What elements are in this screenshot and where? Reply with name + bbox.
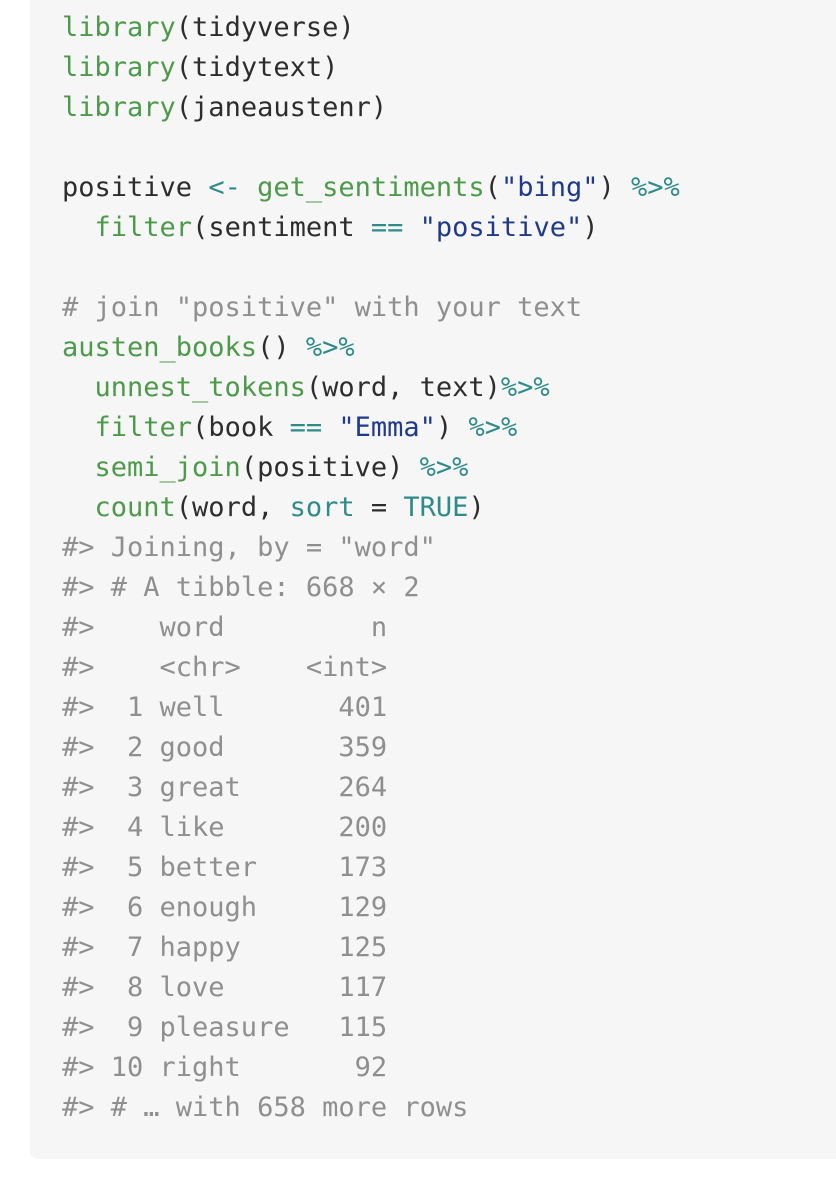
code-line: library(tidytext) xyxy=(62,48,836,88)
code-text: ) xyxy=(598,172,631,203)
output-line: #> 7 happy 125 xyxy=(62,932,388,963)
output-line: #> 9 pleasure 115 xyxy=(62,1012,388,1043)
code-text: (tidytext) xyxy=(175,52,339,83)
function-name: austen_books xyxy=(62,332,258,363)
code-line: unnest_tokens(word, text)%>% xyxy=(62,368,836,408)
argument-name: sort xyxy=(289,492,355,523)
pipe-operator: %>% xyxy=(500,372,550,403)
string-literal: "bing" xyxy=(500,172,599,203)
string-literal: "positive" xyxy=(419,212,583,243)
output-line: #> 8 love 117 xyxy=(62,972,388,1003)
code-text: (tidyverse) xyxy=(175,12,355,43)
code-comment: # join "positive" with your text xyxy=(62,292,583,323)
output-line: #> 2 good 359 xyxy=(62,732,388,763)
code-text: ) xyxy=(468,492,485,523)
output-line: #> # … with 658 more rows xyxy=(62,1092,469,1123)
function-name: count xyxy=(94,492,176,523)
code-text: (sentiment xyxy=(192,212,371,243)
code-block: library(tidyverse) library(tidytext) lib… xyxy=(30,0,836,1159)
function-name: filter xyxy=(94,212,193,243)
output-line: #> word n xyxy=(62,612,388,643)
code-text: = xyxy=(354,492,404,523)
function-name: unnest_tokens xyxy=(94,372,306,403)
code-text: ( xyxy=(484,172,501,203)
code-line: filter(sentiment == "positive") xyxy=(62,208,836,248)
function-name: library xyxy=(62,12,176,43)
code-text: (book xyxy=(192,412,290,443)
code-line: positive <- get_sentiments("bing") %>% xyxy=(62,168,836,208)
output-line: #> 6 enough 129 xyxy=(62,892,388,923)
code-text: ) xyxy=(435,412,469,443)
output-line: #> 3 great 264 xyxy=(62,772,388,803)
code-text: (janeaustenr) xyxy=(175,92,388,123)
code-text: (word, text) xyxy=(305,372,501,403)
code-line: filter(book == "Emma") %>% xyxy=(62,408,836,448)
output-line: #> Joining, by = "word" xyxy=(62,532,436,563)
function-name: semi_join xyxy=(94,452,241,483)
string-literal: "Emma" xyxy=(338,412,436,443)
code-line: library(janeaustenr) xyxy=(62,88,836,128)
pipe-operator: %>% xyxy=(468,412,518,443)
output-line: #> # A tibble: 668 × 2 xyxy=(62,572,420,603)
code-line: austen_books() %>% xyxy=(62,328,836,368)
function-name: library xyxy=(62,92,176,123)
equality-operator: == xyxy=(289,412,323,443)
function-name: library xyxy=(62,52,176,83)
code-line: library(tidyverse) xyxy=(62,8,836,48)
output-line: #> 1 well 401 xyxy=(62,692,388,723)
code-text: () xyxy=(257,332,306,363)
code-text: positive xyxy=(62,172,209,203)
code-text: (positive) xyxy=(240,452,420,483)
pipe-operator: %>% xyxy=(305,332,355,363)
code-text: (word, xyxy=(175,492,290,523)
pipe-operator: %>% xyxy=(631,172,680,203)
pipe-operator: %>% xyxy=(419,452,469,483)
constant-literal: TRUE xyxy=(403,492,469,523)
code-line: count(word, sort = TRUE) xyxy=(62,488,836,528)
output-line: #> 10 right 92 xyxy=(62,1052,388,1083)
function-name: get_sentiments xyxy=(257,172,485,203)
code-line: semi_join(positive) %>% xyxy=(62,448,836,488)
code-text: ) xyxy=(582,212,599,243)
output-line: #> 5 better 173 xyxy=(62,852,388,883)
output-line: #> 4 like 200 xyxy=(62,812,388,843)
assign-operator: <- xyxy=(208,172,241,203)
output-line: #> <chr> <int> xyxy=(62,652,388,683)
function-name: filter xyxy=(94,412,193,443)
equality-operator: == xyxy=(370,212,404,243)
